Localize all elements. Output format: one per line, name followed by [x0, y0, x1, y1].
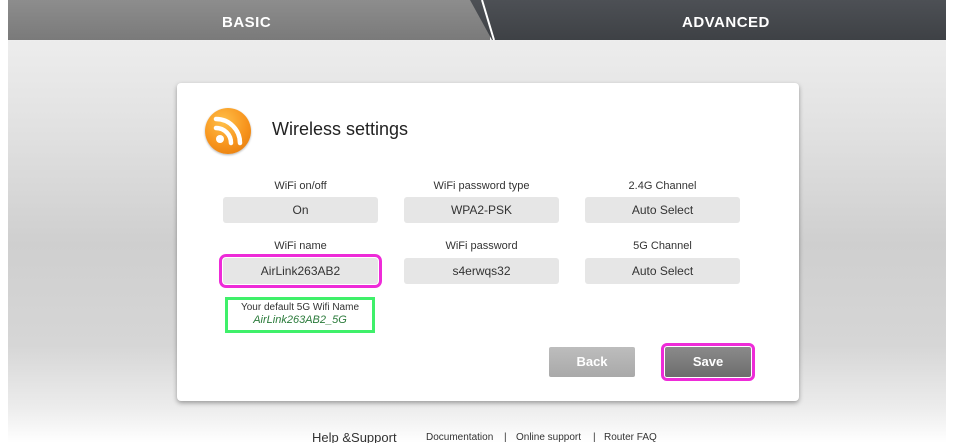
channel-24g-label: 2.4G Channel — [628, 180, 697, 192]
channel-5g-label: 5G Channel — [633, 240, 692, 252]
page-margin-right — [946, 0, 954, 443]
rss-wireless-icon — [205, 108, 251, 154]
save-button[interactable]: Save — [661, 343, 755, 381]
tab-basic-label: BASIC — [222, 14, 272, 31]
wifi-name-input[interactable]: AirLink263AB2 — [219, 254, 382, 288]
wifi-onoff-select[interactable]: On — [223, 197, 378, 223]
documentation-link[interactable]: Documentation — [426, 432, 493, 443]
default-5g-wifi-name: Your default 5G Wifi Name AirLink263AB2_… — [225, 297, 375, 333]
wifi-password-type-select[interactable]: WPA2-PSK — [404, 197, 559, 223]
tab-divider — [481, 0, 495, 40]
tab-advanced[interactable]: ADVANCED — [470, 0, 946, 40]
footer: Help &Support Documentation | Online sup… — [0, 430, 954, 443]
help-support-label: Help &Support — [312, 430, 397, 443]
tab-basic[interactable]: BASIC — [8, 0, 490, 40]
wifi-password-input[interactable]: s4erwqs32 — [404, 258, 559, 284]
page-title: Wireless settings — [272, 119, 409, 139]
tab-advanced-label: ADVANCED — [682, 14, 770, 31]
channel-5g-select[interactable]: Auto Select — [585, 258, 740, 284]
page-margin-left — [0, 0, 8, 443]
channel-24g-select[interactable]: Auto Select — [585, 197, 740, 223]
back-button[interactable]: Back — [549, 347, 635, 377]
wifi-password-label: WiFi password — [445, 240, 518, 252]
router-faq-link[interactable]: Router FAQ — [604, 432, 657, 443]
default-5g-caption: Your default 5G Wifi Name — [240, 302, 360, 313]
online-support-link[interactable]: Online support — [516, 432, 581, 443]
footer-separator: | — [593, 432, 596, 443]
wireless-settings-card: Wireless settings WiFi on/off WiFi passw… — [177, 83, 799, 401]
wifi-onoff-label: WiFi on/off — [274, 180, 327, 192]
wifi-name-label: WiFi name — [274, 240, 327, 252]
wifi-password-type-label: WiFi password type — [433, 180, 530, 192]
default-5g-name: AirLink263AB2_5G — [253, 314, 347, 326]
footer-separator: | — [504, 432, 507, 443]
